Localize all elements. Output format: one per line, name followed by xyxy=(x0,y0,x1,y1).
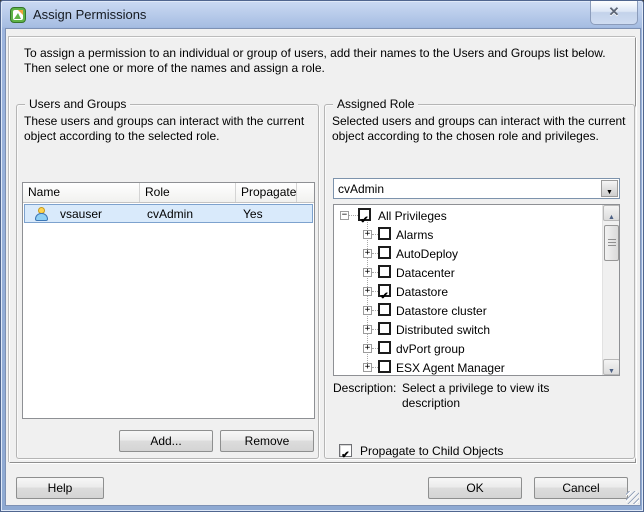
table-row[interactable]: vsauser cvAdmin Yes xyxy=(24,204,313,223)
privileges-tree-rows: −✔All Privileges+Alarms+AutoDeploy+Datac… xyxy=(334,206,600,376)
description-value: Select a privilege to view its descripti… xyxy=(402,381,582,411)
ok-button[interactable]: OK xyxy=(428,477,522,499)
close-button[interactable]: ✕ xyxy=(590,1,638,25)
scrollbar-thumb[interactable] xyxy=(604,225,619,261)
expand-icon[interactable]: + xyxy=(363,230,372,239)
scroll-down-button[interactable]: ▼ xyxy=(603,359,620,375)
tree-item-all-privileges[interactable]: −✔ All Privileges xyxy=(334,206,600,225)
privilege-label[interactable]: Datacenter xyxy=(396,266,455,280)
privilege-checkbox[interactable] xyxy=(378,246,391,259)
expand-icon[interactable]: + xyxy=(363,344,372,353)
role-dropdown-button[interactable]: ▼ xyxy=(601,180,618,197)
privilege-label[interactable]: Datastore cluster xyxy=(396,304,487,318)
column-header-spacer[interactable] xyxy=(297,183,314,202)
expand-icon[interactable]: + xyxy=(363,306,372,315)
privilege-label[interactable]: Alarms xyxy=(396,228,433,242)
assign-permissions-dialog: Assign Permissions ✕ To assign a permiss… xyxy=(0,0,644,512)
help-button[interactable]: Help xyxy=(16,477,104,499)
scroll-up-icon: ▲ xyxy=(608,214,615,221)
expand-icon[interactable]: + xyxy=(363,287,372,296)
scroll-down-icon: ▼ xyxy=(608,368,615,375)
privilege-label[interactable]: Distributed switch xyxy=(396,323,490,337)
collapse-icon[interactable]: − xyxy=(340,211,349,220)
cell-role: cvAdmin xyxy=(147,207,193,221)
description-label: Description: xyxy=(333,381,396,395)
column-header-role[interactable]: Role xyxy=(140,183,236,202)
user-icon xyxy=(35,207,48,221)
resize-grip[interactable] xyxy=(626,491,639,504)
tree-item-dvport-group[interactable]: + dvPort group xyxy=(334,339,600,358)
privilege-checkbox[interactable] xyxy=(378,265,391,278)
expand-icon[interactable]: + xyxy=(363,363,372,372)
cancel-button[interactable]: Cancel xyxy=(534,477,628,499)
tree-item-datastore-cluster[interactable]: + Datastore cluster xyxy=(334,301,600,320)
propagate-checkbox[interactable]: ✔ xyxy=(339,444,352,457)
role-dropdown-value: cvAdmin xyxy=(338,182,384,196)
add-button[interactable]: Add... xyxy=(119,430,213,452)
privilege-label[interactable]: ESX Agent Manager xyxy=(396,361,505,375)
role-dropdown[interactable]: cvAdmin ▼ xyxy=(333,178,620,199)
privilege-label[interactable]: dvPort group xyxy=(396,342,465,356)
close-icon: ✕ xyxy=(609,4,620,19)
scroll-up-button[interactable]: ▲ xyxy=(603,205,620,221)
privilege-checkbox[interactable] xyxy=(378,322,391,335)
expand-icon[interactable]: + xyxy=(363,325,372,334)
cell-name: vsauser xyxy=(60,207,102,221)
check-icon: ✔ xyxy=(341,450,349,461)
cell-propagate: Yes xyxy=(243,207,263,221)
remove-button[interactable]: Remove xyxy=(220,430,314,452)
privileges-tree[interactable]: −✔All Privileges+Alarms+AutoDeploy+Datac… xyxy=(333,204,620,376)
chevron-down-icon: ▼ xyxy=(606,189,613,196)
tree-item-datacenter[interactable]: + Datacenter xyxy=(334,263,600,282)
column-header-name[interactable]: Name xyxy=(23,183,140,202)
privilege-label[interactable]: Datastore xyxy=(396,285,448,299)
privilege-label[interactable]: AutoDeploy xyxy=(396,247,458,261)
users-list-rows: vsauser cvAdmin Yes xyxy=(23,204,314,223)
users-and-groups-description: These users and groups can interact with… xyxy=(24,114,316,144)
privilege-checkbox[interactable] xyxy=(378,303,391,316)
expand-icon[interactable]: + xyxy=(363,249,372,258)
users-list[interactable]: NameRolePropagate vsauser cvAdmin Yes xyxy=(22,182,315,419)
privilege-checkbox[interactable] xyxy=(378,360,391,373)
window-title: Assign Permissions xyxy=(33,7,146,22)
tree-item-esx-agent-manager[interactable]: + ESX Agent Manager xyxy=(334,358,600,376)
privilege-checkbox[interactable]: ✔ xyxy=(358,208,371,221)
titlebar[interactable]: Assign Permissions ✕ xyxy=(1,1,643,28)
users-and-groups-groupbox: Users and Groups These users and groups … xyxy=(16,104,319,459)
privilege-checkbox[interactable]: ✔ xyxy=(378,284,391,297)
propagate-checkbox-label: Propagate to Child Objects xyxy=(360,444,503,458)
main-panel: To assign a permission to an individual … xyxy=(9,37,636,463)
tree-item-distributed-switch[interactable]: + Distributed switch xyxy=(334,320,600,339)
tree-item-autodeploy[interactable]: + AutoDeploy xyxy=(334,244,600,263)
privilege-checkbox[interactable] xyxy=(378,227,391,240)
privilege-label[interactable]: All Privileges xyxy=(378,209,447,223)
privilege-checkbox[interactable] xyxy=(378,341,391,354)
dialog-content: To assign a permission to an individual … xyxy=(5,28,641,506)
tree-item-datastore[interactable]: + ✔ Datastore xyxy=(334,282,600,301)
assigned-role-title: Assigned Role xyxy=(333,97,418,111)
users-and-groups-title: Users and Groups xyxy=(25,97,130,111)
vsphere-icon xyxy=(10,7,26,23)
tree-connector xyxy=(349,215,358,216)
users-list-header: NameRolePropagate xyxy=(23,183,314,203)
assigned-role-description: Selected users and groups can interact w… xyxy=(332,114,630,144)
expand-icon[interactable]: + xyxy=(363,268,372,277)
column-header-propagate[interactable]: Propagate xyxy=(236,183,297,202)
instructions-text: To assign a permission to an individual … xyxy=(24,46,624,76)
tree-item-alarms[interactable]: + Alarms xyxy=(334,225,600,244)
assigned-role-groupbox: Assigned Role Selected users and groups … xyxy=(324,104,635,459)
tree-scrollbar[interactable]: ▲ ▼ xyxy=(602,205,619,375)
